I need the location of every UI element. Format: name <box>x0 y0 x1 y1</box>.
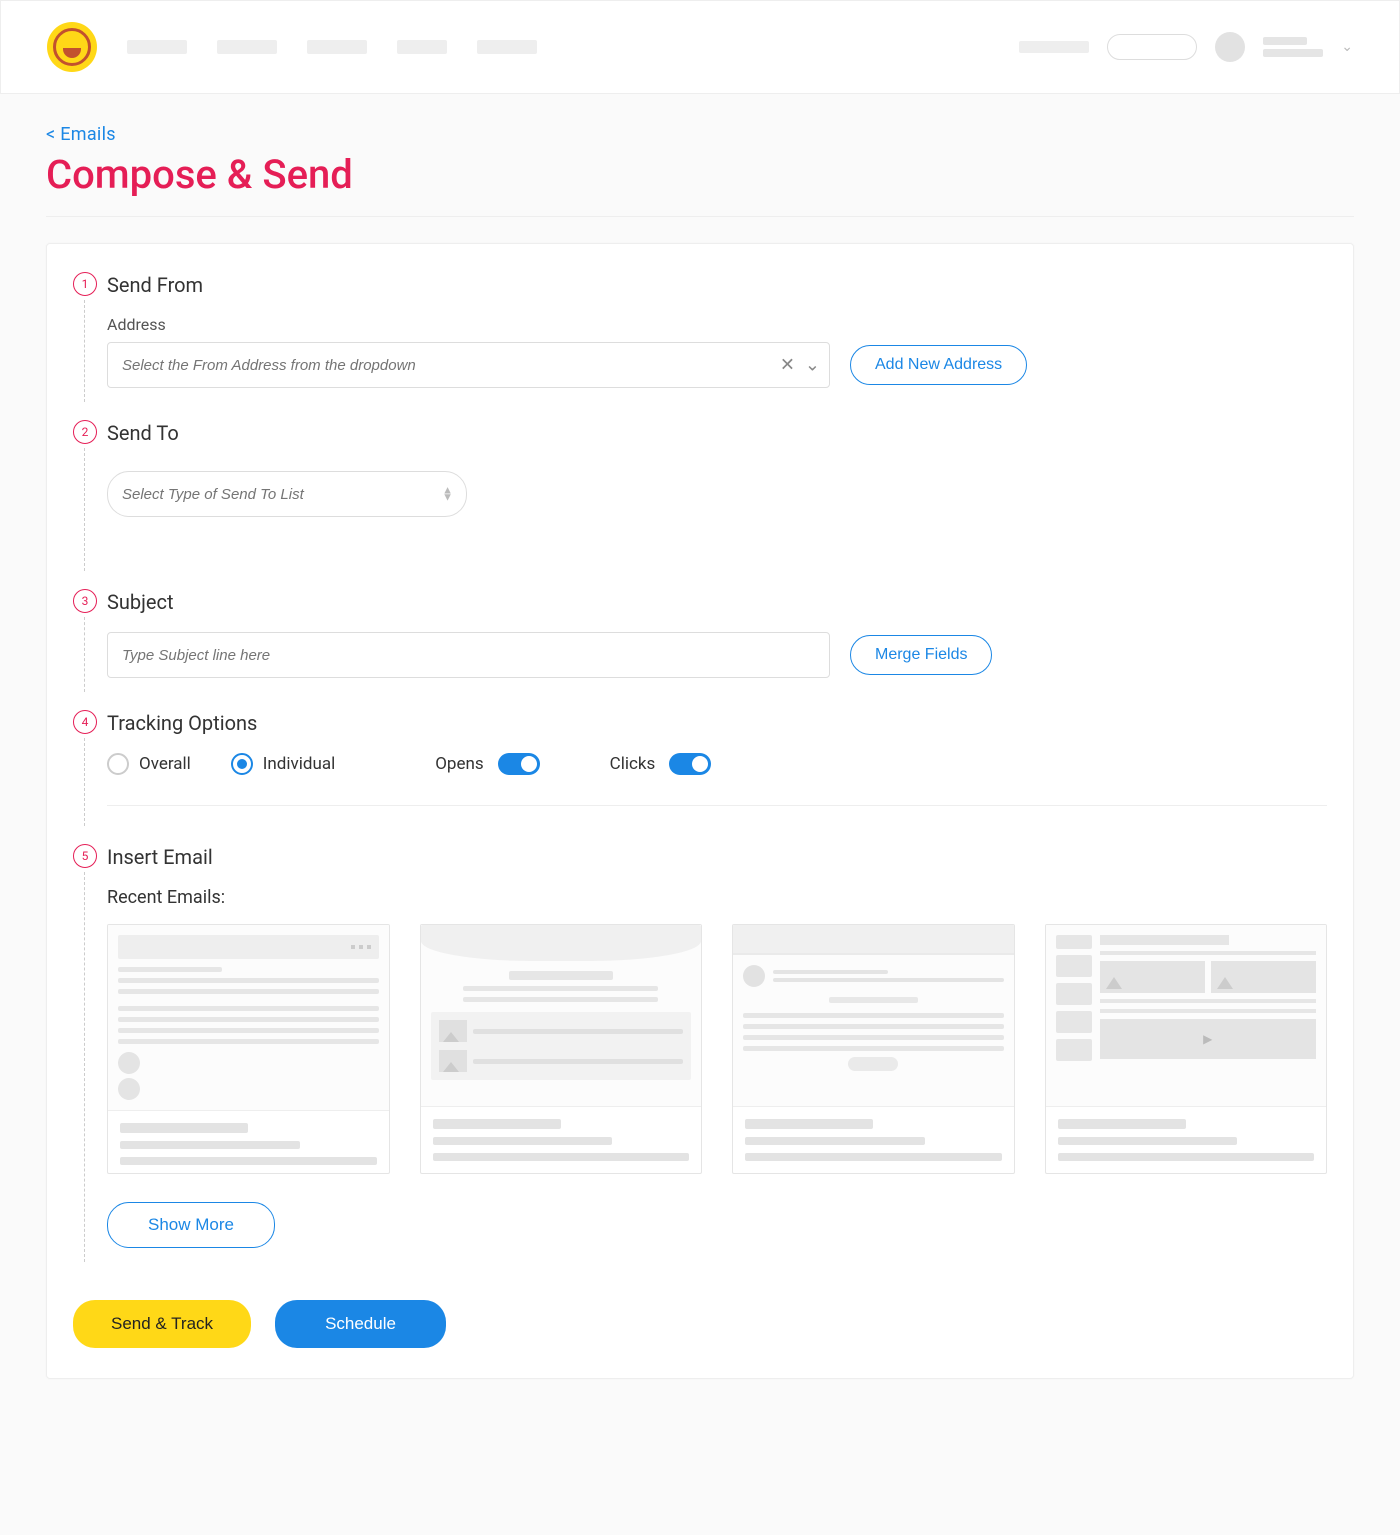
step-number: 5 <box>73 844 97 868</box>
page-title: Compose & Send <box>46 151 1354 198</box>
clicks-toggle-label: Clicks <box>610 754 656 774</box>
radio-individual[interactable] <box>231 753 253 775</box>
breadcrumb-back[interactable]: < Emails <box>46 124 116 145</box>
nav-item-placeholder[interactable] <box>397 40 447 54</box>
radio-overall-label: Overall <box>139 754 191 774</box>
app-header: ⌄ <box>0 0 1400 94</box>
from-address-dropdown[interactable] <box>107 342 830 388</box>
step-send-from: 1 Send From Address ✕ ⌄ Add New Address <box>73 258 1327 406</box>
chevron-down-icon[interactable]: ⌄ <box>1341 39 1353 55</box>
step-title: Insert Email <box>107 845 1327 869</box>
schedule-button[interactable]: Schedule <box>275 1300 446 1348</box>
chevron-down-icon[interactable]: ⌄ <box>805 355 820 376</box>
stepper-icon[interactable]: ▲▼ <box>442 487 453 500</box>
nav-item-placeholder[interactable] <box>127 40 187 54</box>
recent-emails-label: Recent Emails: <box>107 887 1327 908</box>
step-number: 2 <box>73 420 97 444</box>
header-text-placeholder <box>1019 41 1089 53</box>
clear-icon[interactable]: ✕ <box>780 355 795 376</box>
step-number: 4 <box>73 710 97 734</box>
step-tracking: 4 Tracking Options Overall Individual Op… <box>73 696 1327 830</box>
clicks-toggle[interactable] <box>669 753 711 775</box>
email-template[interactable] <box>107 924 390 1174</box>
step-title: Tracking Options <box>107 711 1327 735</box>
divider <box>46 216 1354 217</box>
add-new-address-button[interactable]: Add New Address <box>850 345 1027 385</box>
step-title: Send From <box>107 273 1327 297</box>
address-label: Address <box>107 315 1327 334</box>
send-to-list-dropdown[interactable] <box>107 471 467 517</box>
step-title: Send To <box>107 421 1327 445</box>
email-template[interactable] <box>732 924 1015 1174</box>
divider <box>107 805 1327 806</box>
step-number: 3 <box>73 589 97 613</box>
send-and-track-button[interactable]: Send & Track <box>73 1300 251 1348</box>
user-menu-placeholder[interactable] <box>1263 37 1323 57</box>
step-number: 1 <box>73 272 97 296</box>
avatar[interactable] <box>1215 32 1245 62</box>
radio-individual-label: Individual <box>263 754 335 774</box>
logo[interactable] <box>47 22 97 72</box>
merge-fields-button[interactable]: Merge Fields <box>850 635 992 675</box>
email-template[interactable] <box>420 924 703 1174</box>
compose-card: 1 Send From Address ✕ ⌄ Add New Address <box>46 243 1354 1379</box>
nav-item-placeholder[interactable] <box>477 40 537 54</box>
step-title: Subject <box>107 590 1327 614</box>
show-more-button[interactable]: Show More <box>107 1202 275 1248</box>
header-pill-placeholder[interactable] <box>1107 34 1197 60</box>
opens-toggle-label: Opens <box>435 754 483 774</box>
email-template[interactable]: ▶ <box>1045 924 1328 1174</box>
step-subject: 3 Subject Merge Fields <box>73 575 1327 696</box>
opens-toggle[interactable] <box>498 753 540 775</box>
step-send-to: 2 Send To ▲▼ <box>73 406 1327 575</box>
step-insert-email: 5 Insert Email Recent Emails: <box>73 830 1327 1266</box>
radio-overall[interactable] <box>107 753 129 775</box>
nav-item-placeholder[interactable] <box>307 40 367 54</box>
subject-input[interactable] <box>107 632 830 678</box>
nav-item-placeholder[interactable] <box>217 40 277 54</box>
